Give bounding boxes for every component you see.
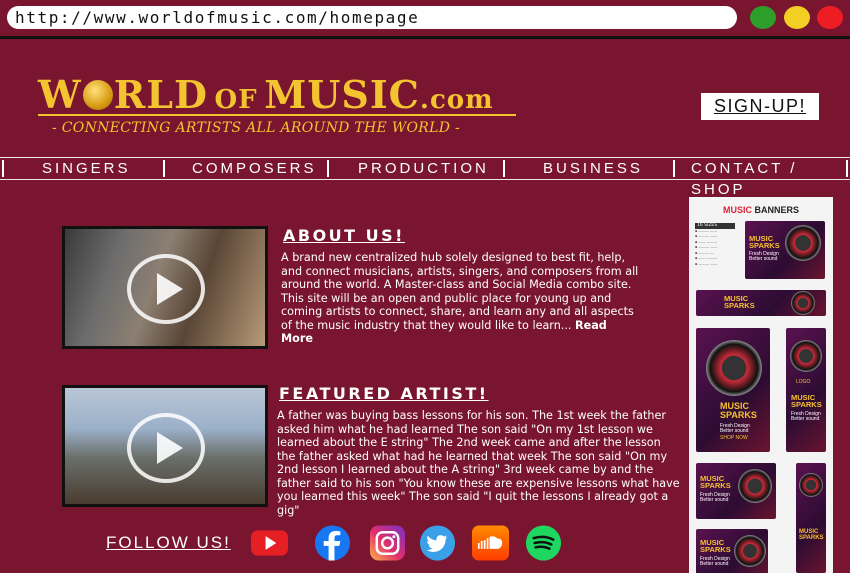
nav-singers[interactable]: SINGERS bbox=[42, 158, 131, 179]
banner-title: MUSIC SPARKS bbox=[720, 401, 757, 420]
logo-music: MUSIC bbox=[264, 72, 420, 117]
globe-icon bbox=[82, 80, 113, 110]
about-title: ABOUT US! bbox=[283, 226, 405, 245]
follow-us-label: FOLLOW US! bbox=[106, 533, 231, 552]
banner-subtitle: Fresh Design Better sound bbox=[700, 492, 730, 503]
ad-heading-music: MUSIC bbox=[722, 205, 752, 215]
banner-title: MUSIC SPARKS bbox=[700, 538, 731, 554]
play-icon[interactable] bbox=[127, 413, 205, 483]
maximize-button[interactable] bbox=[750, 6, 776, 29]
ad-banner[interactable]: MUSIC SPARKS Fresh Design Better sound bbox=[696, 463, 776, 519]
banner-subtitle: Fresh Design Better sound bbox=[791, 411, 821, 422]
logo-rld: RLD bbox=[113, 72, 208, 117]
ad-banner[interactable]: MUSIC SPARKS Fresh Design Better sound bbox=[745, 221, 825, 279]
ad-banner[interactable]: MUSIC SPARKS Fresh Design Better sound bbox=[696, 529, 768, 573]
ad-banner[interactable]: MUSIC SPARKS Fresh Design Better sound SH… bbox=[696, 328, 770, 452]
close-button[interactable] bbox=[817, 6, 843, 29]
nav-separator bbox=[846, 160, 848, 177]
logo-com: .com bbox=[419, 85, 494, 115]
banner-subtitle: Fresh Design Better sound bbox=[749, 251, 779, 262]
banner-title: MUSIC SPARKS bbox=[791, 393, 822, 409]
nav-production[interactable]: PRODUCTION bbox=[358, 158, 489, 179]
nav-separator bbox=[673, 160, 675, 177]
url-bar[interactable]: http://www.worldofmusic.com/homepage bbox=[7, 6, 737, 29]
tagline: - CONNECTING ARTISTS ALL AROUND THE WORL… bbox=[52, 120, 461, 136]
banner-title: MUSIC SPARKS bbox=[700, 474, 731, 490]
banner-shop-label[interactable]: SHOP NOW bbox=[720, 436, 748, 441]
artist-video-thumbnail[interactable] bbox=[62, 385, 268, 507]
logo-w: W bbox=[38, 72, 82, 117]
headphones-icon bbox=[790, 340, 822, 372]
nav-separator bbox=[327, 160, 329, 177]
banner-logo-label: LOGO bbox=[796, 379, 811, 385]
ad-heading: MUSIC BANNERS bbox=[689, 205, 833, 215]
soundcloud-icon[interactable] bbox=[471, 525, 510, 561]
headphones-icon bbox=[791, 291, 815, 315]
main-nav: SINGERS COMPOSERS PRODUCTION BUSINESS CO… bbox=[0, 157, 850, 198]
facebook-icon[interactable] bbox=[313, 525, 352, 561]
about-video-thumbnail[interactable] bbox=[62, 226, 268, 349]
nav-separator bbox=[503, 160, 505, 177]
headphones-icon bbox=[706, 340, 762, 396]
logo-of: OF bbox=[214, 85, 258, 115]
featured-artist-text: A father was buying bass lessons for his… bbox=[277, 409, 680, 517]
banner-subtitle: Fresh Design Better sound bbox=[720, 423, 750, 434]
browser-bar: http://www.worldofmusic.com/homepage bbox=[0, 0, 850, 39]
twitter-icon[interactable] bbox=[418, 525, 457, 561]
ad-banner[interactable]: LOGO MUSIC SPARKS Fresh Design Better sou… bbox=[786, 328, 826, 452]
banner-title: MUSIC SPARKS bbox=[799, 529, 824, 541]
ad-info-list: 16 SIZES ▪ ——— —— ▪ ——— —— ▪ —— ——— ▪ ——— —… bbox=[695, 223, 735, 267]
ad-banner[interactable]: MUSIC SPARKS bbox=[796, 463, 826, 573]
headphones-icon bbox=[738, 469, 772, 503]
banner-title: MUSIC SPARKS bbox=[724, 294, 755, 310]
youtube-icon[interactable] bbox=[250, 525, 289, 561]
nav-separator bbox=[163, 160, 165, 177]
nav-business[interactable]: BUSINESS bbox=[543, 158, 643, 179]
ad-heading-banners: BANNERS bbox=[754, 205, 800, 215]
headphones-icon bbox=[734, 535, 766, 567]
about-text: A brand new centralized hub solely desig… bbox=[281, 251, 641, 346]
nav-separator bbox=[2, 160, 4, 177]
logo-underline bbox=[38, 114, 516, 116]
headphones-icon bbox=[785, 225, 821, 261]
spotify-icon[interactable] bbox=[524, 525, 563, 561]
signup-button[interactable]: SIGN-UP! bbox=[701, 93, 819, 120]
banner-subtitle: Fresh Design Better sound bbox=[700, 556, 730, 567]
nav-contact-shop[interactable]: CONTACT / SHOP bbox=[691, 158, 850, 198]
headphones-icon bbox=[799, 473, 823, 497]
featured-artist-title: FEATURED ARTIST! bbox=[279, 384, 489, 403]
banner-title: MUSIC SPARKS bbox=[749, 234, 780, 250]
site-logo[interactable]: W RLD OF MUSIC.com bbox=[38, 72, 494, 117]
nav-composers[interactable]: COMPOSERS bbox=[192, 158, 317, 179]
play-icon[interactable] bbox=[127, 254, 205, 324]
instagram-icon[interactable] bbox=[368, 525, 407, 561]
minimize-button[interactable] bbox=[784, 6, 810, 29]
music-banners-ad[interactable]: MUSIC BANNERS 16 SIZES ▪ ——— —— ▪ ——— —— ▪… bbox=[689, 197, 833, 573]
ad-banner[interactable]: MUSIC SPARKS bbox=[696, 290, 826, 316]
